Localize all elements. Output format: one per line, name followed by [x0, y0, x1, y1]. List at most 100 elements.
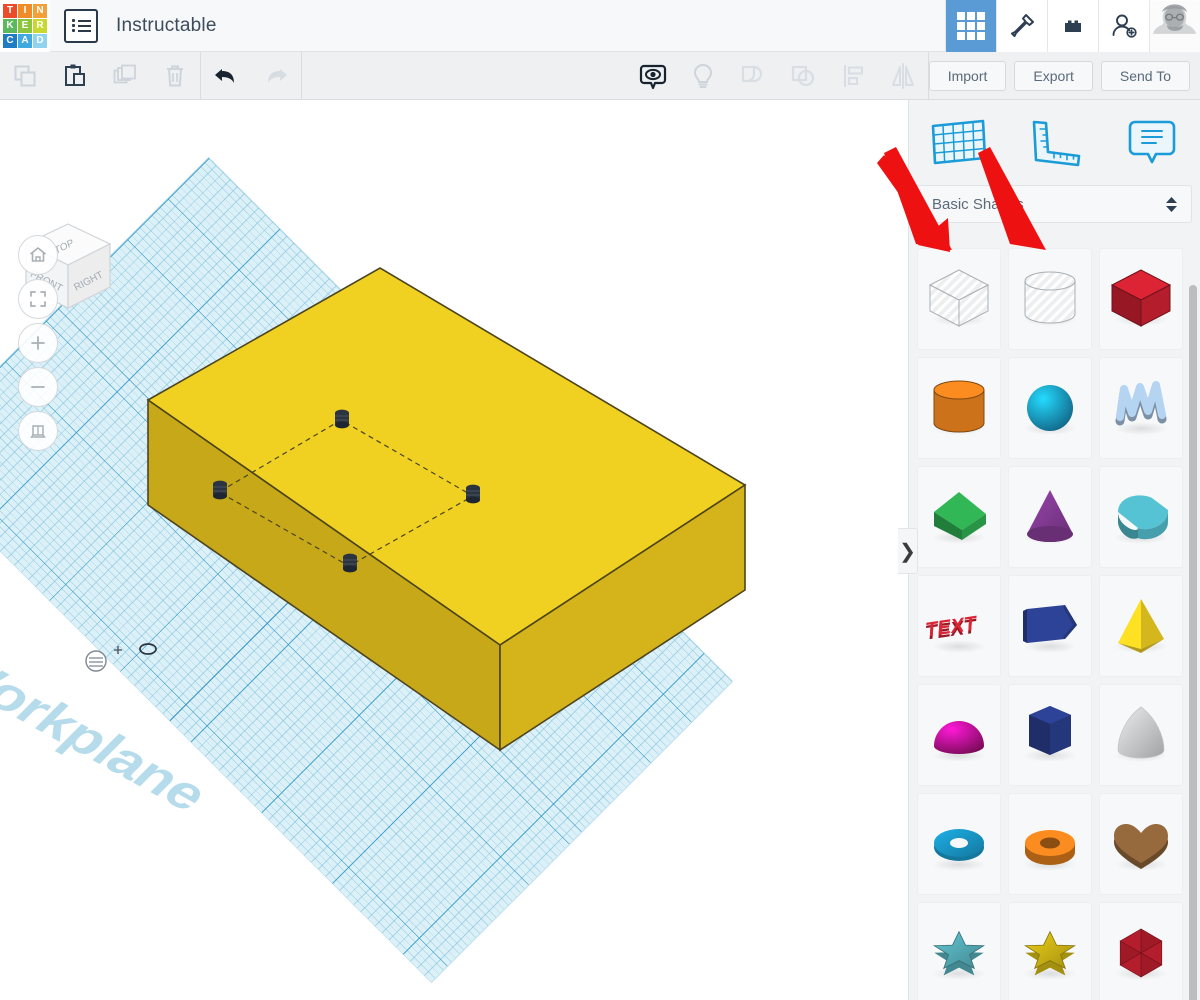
- home-icon: [30, 247, 46, 262]
- avatar-portrait: [1150, 0, 1200, 51]
- eye-bubble-glyph: [639, 64, 666, 89]
- blocks-icon[interactable]: [1047, 0, 1098, 52]
- zoom-in-button[interactable]: [18, 323, 58, 363]
- shape-roof-glyph: [934, 492, 986, 540]
- shape-box[interactable]: [1099, 248, 1183, 350]
- copy-glyph: [14, 65, 36, 86]
- chevron-up-icon: [1166, 196, 1177, 203]
- shape-heart-glyph: [1114, 824, 1168, 869]
- duplicate-icon[interactable]: [100, 52, 150, 100]
- shape-scribble-glyph: [1115, 381, 1167, 426]
- shape-box-hole-glyph: [928, 269, 990, 327]
- delete-icon[interactable]: [150, 52, 200, 100]
- document-title[interactable]: Instructable: [116, 15, 217, 37]
- shape-roof[interactable]: [917, 466, 1001, 568]
- hammer-glyph: [1011, 13, 1034, 37]
- import-button[interactable]: Import: [928, 60, 1007, 91]
- logo-cell-i-1: I: [18, 3, 32, 18]
- avatar[interactable]: [1149, 0, 1200, 52]
- logo-cell-n-2: N: [33, 3, 47, 18]
- panel-scrollbar[interactable]: [1189, 285, 1197, 1000]
- list-dot: [71, 24, 75, 27]
- shape-half-sphere[interactable]: [917, 684, 1001, 786]
- panel-header-icons: [909, 100, 1200, 185]
- shape-star-thin[interactable]: [917, 902, 1001, 1000]
- shape-hexagon-glyph: [1029, 706, 1071, 755]
- ungroup-icon[interactable]: [778, 52, 828, 100]
- list-dot: [71, 29, 75, 32]
- align-glyph: [843, 64, 863, 87]
- fit-frame-icon: [30, 291, 46, 307]
- panel-collapse-handle[interactable]: ❯: [898, 528, 918, 574]
- logo-cell-r-5: R: [33, 18, 47, 33]
- logo-cell-a-7: A: [18, 33, 32, 48]
- duplicate-glyph: [113, 64, 136, 83]
- lego-brick-glyph: [1065, 20, 1081, 32]
- trash-glyph: [167, 65, 183, 86]
- undo-arrow-glyph: [215, 68, 234, 83]
- tinkercad-logo[interactable]: TIN KER CAD: [0, 0, 50, 52]
- shape-polygon-glyph: [1119, 928, 1163, 978]
- 3d-canvas[interactable]: Workplane TOP RIGHT: [0, 100, 908, 1000]
- shape-pyramid[interactable]: [1099, 575, 1183, 677]
- workplane-icon[interactable]: [909, 116, 1006, 170]
- fit-to-view-button[interactable]: [18, 279, 58, 319]
- shape-sphere[interactable]: [1008, 357, 1092, 459]
- plus-icon: [31, 336, 45, 350]
- note-bubble-glyph: [1128, 120, 1175, 163]
- shape-torus[interactable]: [917, 793, 1001, 895]
- logo-cell-e-4: E: [18, 18, 32, 33]
- shape-cone[interactable]: [1008, 466, 1092, 568]
- ruler-icon[interactable]: [1006, 116, 1103, 170]
- logo-cell-d-8: D: [33, 33, 47, 48]
- shape-half-sphere-glyph: [934, 721, 984, 754]
- shape-star-thin-glyph: [932, 930, 986, 976]
- align-icon[interactable]: [828, 52, 878, 100]
- top-bar-actions: [945, 0, 1200, 52]
- logo-cell-c-6: C: [3, 33, 17, 48]
- shape-tube[interactable]: [1008, 793, 1092, 895]
- shapes-panel: Basic Shapes TEXT TEXT: [908, 100, 1200, 1000]
- shape-category-label: Basic Shapes: [932, 195, 1024, 213]
- redo-icon[interactable]: [251, 52, 301, 100]
- shape-hexagon[interactable]: [1008, 684, 1092, 786]
- undo-icon[interactable]: [201, 52, 251, 100]
- shape-wedge-glyph: [1023, 605, 1077, 643]
- shape-round-roof[interactable]: [1099, 466, 1183, 568]
- paste-icon[interactable]: [50, 52, 100, 100]
- shape-paraboloid[interactable]: [1099, 684, 1183, 786]
- edit-toolbar: Import Export Send To: [0, 51, 1200, 100]
- shape-cylinder-hole[interactable]: [1008, 248, 1092, 350]
- shape-heart[interactable]: [1099, 793, 1183, 895]
- shape-round-roof-glyph: [1118, 495, 1168, 540]
- tinkercad-app: TINKERCAD Instructable Import Export Sen…: [0, 0, 1200, 1000]
- shape-text-glyph: TEXTTEXT: [925, 612, 978, 644]
- logo-grid: TIN KER CAD: [3, 3, 47, 48]
- shape-category-select[interactable]: Basic Shapes: [917, 185, 1192, 223]
- perspective-toggle-button[interactable]: [18, 411, 58, 451]
- group-icon[interactable]: [728, 52, 778, 100]
- shape-wedge[interactable]: [1008, 575, 1092, 677]
- toolbar-divider: [301, 51, 302, 100]
- show-hide-icon[interactable]: [628, 52, 678, 100]
- shape-cylinder-glyph: [933, 380, 985, 433]
- perspective-box-icon: [30, 425, 46, 438]
- notes-icon[interactable]: [1103, 116, 1200, 170]
- mirror-icon[interactable]: [878, 52, 928, 100]
- zoom-out-button[interactable]: [18, 367, 58, 407]
- add-user-icon[interactable]: [1098, 0, 1149, 52]
- shape-star[interactable]: [1008, 902, 1092, 1000]
- shape-scribble[interactable]: [1099, 357, 1183, 459]
- home-view-button[interactable]: [18, 235, 58, 275]
- shape-box-hole[interactable]: [917, 248, 1001, 350]
- design-list-button[interactable]: [64, 8, 98, 43]
- shape-cylinder[interactable]: [917, 357, 1001, 459]
- send-to-button[interactable]: Send To: [1100, 60, 1190, 91]
- hammer-icon[interactable]: [996, 0, 1047, 52]
- lightbulb-icon[interactable]: [678, 52, 728, 100]
- copy-icon[interactable]: [0, 52, 50, 100]
- shape-polygon[interactable]: [1099, 902, 1183, 1000]
- designs-grid-icon[interactable]: [945, 0, 996, 52]
- shape-text[interactable]: TEXT TEXT: [917, 575, 1001, 677]
- export-button[interactable]: Export: [1014, 60, 1093, 91]
